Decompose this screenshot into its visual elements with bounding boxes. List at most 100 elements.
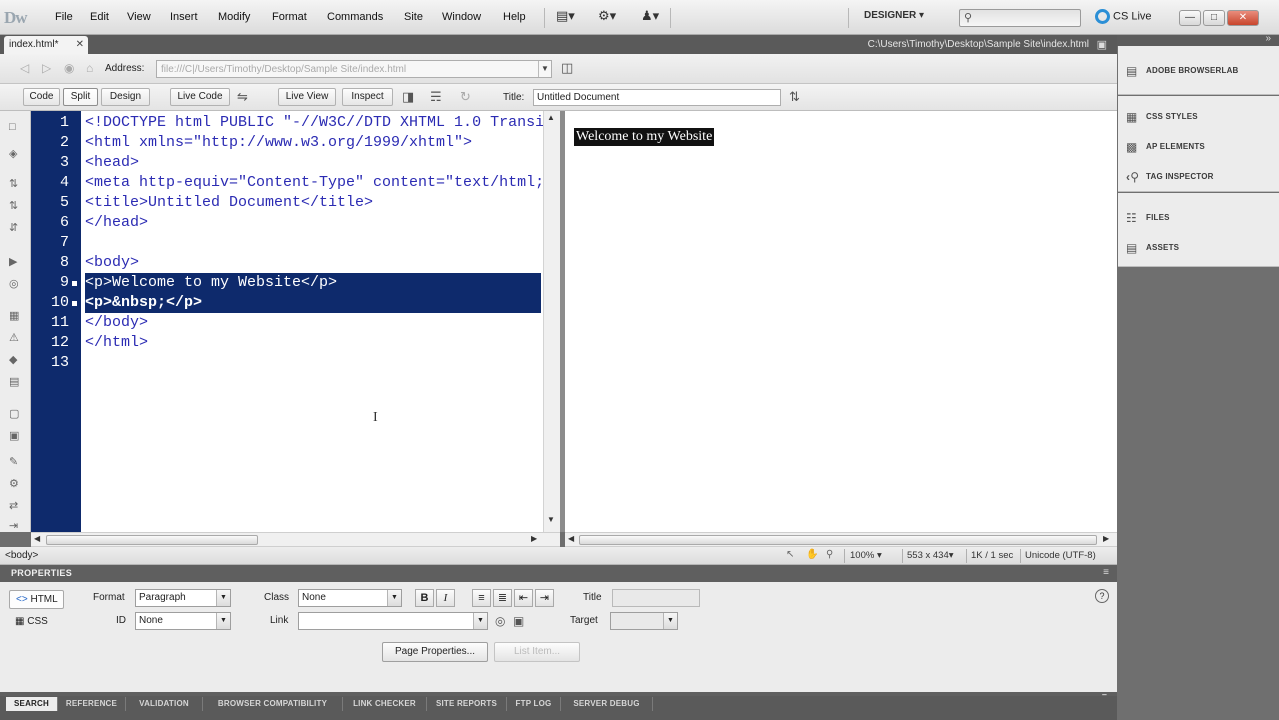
design-horizontal-scrollbar[interactable]: ◀ ▶ <box>565 532 1117 547</box>
syntax-error-alerts-icon[interactable]: ◆ <box>9 353 17 366</box>
code-line[interactable]: </html> <box>85 333 148 353</box>
target-select[interactable]: ▼ <box>610 612 678 630</box>
document-tab[interactable]: index.html* ✕ <box>4 36 88 54</box>
code-line[interactable]: <title>Untitled Document</title> <box>85 193 373 213</box>
scroll-right-icon[interactable]: ▶ <box>531 534 537 543</box>
browse-folder-icon[interactable]: ▣ <box>513 614 524 628</box>
code-line[interactable]: <body> <box>85 253 139 273</box>
live-code-button[interactable]: Live Code <box>170 88 230 106</box>
outdent-icon[interactable]: ⇤ <box>514 589 533 607</box>
code-line[interactable]: <!DOCTYPE html PUBLIC "-//W3C//DTD XHTML… <box>85 113 560 133</box>
menu-format[interactable]: Format <box>272 11 307 23</box>
panel-ap-elements[interactable]: ▩ AP ELEMENTS <box>1126 140 1205 154</box>
preview-in-browser-icon[interactable]: ☴ <box>430 89 442 105</box>
panel-options-icon[interactable]: ≡ <box>1103 567 1109 578</box>
menu-insert[interactable]: Insert <box>170 11 198 23</box>
code-vertical-scrollbar[interactable]: ▲ ▼ <box>543 111 560 532</box>
html-properties-tab[interactable]: <> HTML <box>9 590 64 609</box>
wrap-tag-icon[interactable]: ✎ <box>9 455 18 468</box>
properties-panel-header[interactable]: PROPERTIES ≡ <box>0 565 1117 582</box>
close-window-button[interactable]: ✕ <box>1227 10 1259 26</box>
remove-comment-icon[interactable]: ▣ <box>9 429 19 442</box>
select-parent-tag-icon[interactable]: ▶ <box>9 255 17 268</box>
expand-all-icon[interactable]: ⇵ <box>9 221 18 234</box>
link-input[interactable]: ▼ <box>298 612 488 630</box>
file-management-icon[interactable]: ⇅ <box>789 89 800 105</box>
word-wrap-icon[interactable]: ▤ <box>9 375 19 388</box>
address-input[interactable] <box>156 60 552 78</box>
design-view-button[interactable]: Design <box>101 88 150 106</box>
code-horizontal-scrollbar[interactable]: ◀ ▶ <box>31 532 560 547</box>
scroll-down-icon[interactable]: ▼ <box>547 515 555 524</box>
inspect-button[interactable]: Inspect <box>342 88 393 106</box>
cs-live-button[interactable]: CS Live <box>1095 9 1152 24</box>
close-tab-icon[interactable]: ✕ <box>76 39 84 50</box>
code-line[interactable]: <meta http-equiv="Content-Type" content=… <box>85 173 560 193</box>
address-dropdown-icon[interactable]: ▼ <box>538 61 551 77</box>
tab-search[interactable]: SEARCH <box>6 697 58 711</box>
design-scroll-thumb[interactable] <box>579 535 1097 545</box>
code-view[interactable]: 1 <!DOCTYPE html PUBLIC "-//W3C//DTD XHTM… <box>31 111 560 532</box>
menu-site[interactable]: Site <box>404 11 423 23</box>
tab-ftp-log[interactable]: FTP LOG <box>507 697 561 711</box>
panel-files[interactable]: ☷ FILES <box>1126 211 1170 225</box>
menu-commands[interactable]: Commands <box>327 11 383 23</box>
code-line[interactable]: <head> <box>85 153 139 173</box>
multiscreen-icon[interactable]: ◨ <box>402 89 414 105</box>
back-icon[interactable]: ◁ <box>20 61 29 75</box>
tab-server-debug[interactable]: SERVER DEBUG <box>561 697 653 711</box>
select-tool-icon[interactable]: ↖ <box>786 549 794 560</box>
line-numbers-icon[interactable]: ▦ <box>9 309 19 322</box>
collapse-selection-icon[interactable]: ⇅ <box>9 199 18 212</box>
panel-adobe-browserlab[interactable]: ▤ ADOBE BROWSERLAB <box>1126 64 1239 78</box>
list-item-button[interactable]: List Item... <box>494 642 580 662</box>
document-title-input[interactable] <box>533 89 781 106</box>
site-user-icon[interactable]: ♟▾ <box>641 8 659 24</box>
show-code-navigator-icon[interactable]: ◈ <box>9 147 17 160</box>
split-view-button[interactable]: Split <box>63 88 98 106</box>
extend-gear-icon[interactable]: ⚙▾ <box>598 8 616 24</box>
panel-css-styles[interactable]: ▦ CSS STYLES <box>1126 110 1198 124</box>
home-icon[interactable]: ⌂ <box>86 61 93 75</box>
bold-button[interactable]: B <box>415 589 434 607</box>
scroll-left-icon[interactable]: ◀ <box>34 534 40 543</box>
menu-help[interactable]: Help <box>503 11 526 23</box>
id-select[interactable]: None ▼ <box>135 612 231 630</box>
panel-tag-inspector[interactable]: ‹⚲ TAG INSPECTOR <box>1126 170 1214 184</box>
menu-edit[interactable]: Edit <box>90 11 109 23</box>
dock-header[interactable]: » <box>1117 33 1279 46</box>
indent-code-icon[interactable]: ⇥ <box>9 519 18 532</box>
balance-braces-icon[interactable]: ◎ <box>9 277 19 290</box>
live-view-button[interactable]: Live View <box>278 88 336 106</box>
unordered-list-icon[interactable]: ≡ <box>472 589 491 607</box>
stop-icon[interactable]: ◉ <box>64 61 74 75</box>
menu-modify[interactable]: Modify <box>218 11 250 23</box>
tab-link-checker[interactable]: LINK CHECKER <box>343 697 427 711</box>
point-to-file-icon[interactable]: ◎ <box>495 614 505 628</box>
live-code-options-icon[interactable]: ⇋ <box>237 89 248 105</box>
ordered-list-icon[interactable]: ≣ <box>493 589 512 607</box>
workspace-switcher[interactable]: DESIGNER ▾ <box>864 10 924 21</box>
tab-reference[interactable]: REFERENCE <box>58 697 126 711</box>
panel-assets[interactable]: ▤ ASSETS <box>1126 241 1179 255</box>
css-properties-tab[interactable]: ▦ CSS <box>9 613 64 632</box>
zoom-tool-icon[interactable]: ⚲ <box>826 549 833 560</box>
highlight-invalid-code-icon[interactable]: ⚠ <box>9 331 19 344</box>
tab-validation[interactable]: VALIDATION <box>126 697 203 711</box>
tab-browser-compatibility[interactable]: BROWSER COMPATIBILITY <box>203 697 343 711</box>
move-css-icon[interactable]: ⇄ <box>9 499 18 512</box>
page-properties-button[interactable]: Page Properties... <box>382 642 488 662</box>
menu-view[interactable]: View <box>127 11 151 23</box>
apply-comment-icon[interactable]: ▢ <box>9 407 19 420</box>
recent-snippets-icon[interactable]: ⚙ <box>9 477 19 490</box>
collapse-dock-icon[interactable]: » <box>1265 33 1271 44</box>
code-scroll-thumb[interactable] <box>46 535 258 545</box>
title-input[interactable] <box>612 589 700 607</box>
help-search-input[interactable]: ⚲ <box>959 9 1081 27</box>
window-size[interactable]: 553 x 434▾ <box>907 550 954 561</box>
italic-button[interactable]: I <box>436 589 455 607</box>
code-line[interactable]: <p>&nbsp;</p> <box>85 293 202 313</box>
layout-icon[interactable]: ▤▾ <box>556 8 575 24</box>
scroll-right-icon[interactable]: ▶ <box>1103 534 1109 543</box>
help-icon[interactable]: ? <box>1095 589 1109 603</box>
